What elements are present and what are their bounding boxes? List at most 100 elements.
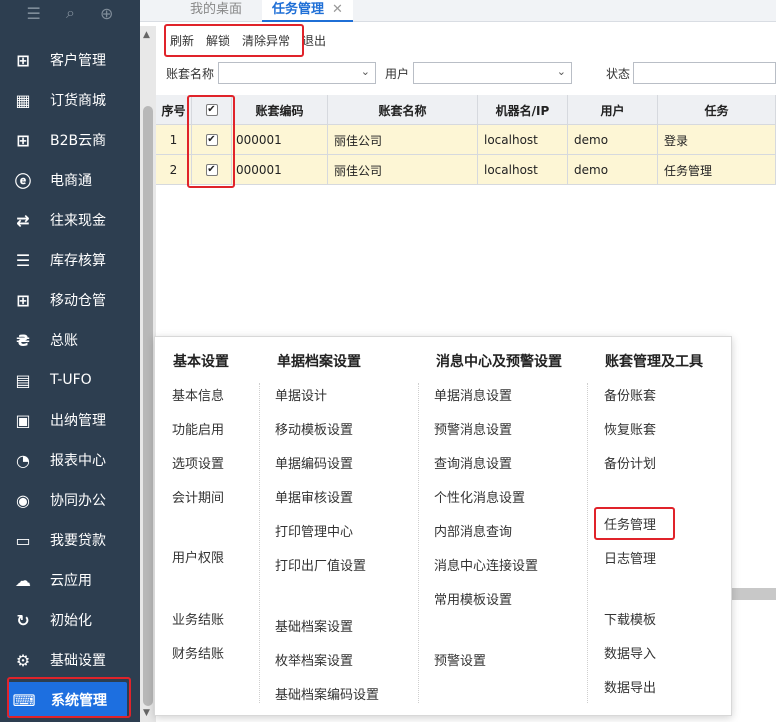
row-machine: localhost [478,155,568,185]
menu-item-document-audit[interactable]: 单据审核设置 [275,487,353,506]
menu-item-internal-message[interactable]: 内部消息查询 [434,521,512,540]
menu-item-archive-coding[interactable]: 基础档案编码设置 [275,684,379,703]
tab-desktop[interactable]: 我的桌面 [190,0,242,22]
status-label: 状态 [606,67,631,81]
menu-item-download-template[interactable]: 下载模板 [604,609,656,628]
menu-item-data-import[interactable]: 数据导入 [604,643,656,662]
table-row[interactable]: 1 ✔ 000001 丽佳公司 localhost demo 登录 [156,125,776,155]
sidebar-item-mall[interactable]: ▦ 订货商城 [0,80,140,120]
menu-item-basic-info[interactable]: 基本信息 [172,385,224,404]
menu-item-backup-plan[interactable]: 备份计划 [604,453,656,472]
ledger-icon: ₴ [16,330,30,350]
header-select-all[interactable]: ✔ [192,95,232,125]
menu-item-personal-message[interactable]: 个性化消息设置 [434,487,525,506]
scroll-down-icon[interactable]: ▼ [143,708,150,718]
menu-item-user-permissions[interactable]: 用户权限 [172,547,224,566]
sidebar-item-ledger[interactable]: ₴ 总账 [0,320,140,360]
user-select[interactable]: ⌄ [413,62,572,84]
cashier-icon: ▣ [15,410,31,430]
sidebar-item-cash[interactable]: ⇄ 往来现金 [0,200,140,240]
table-row[interactable]: 2 ✔ 000001 丽佳公司 localhost demo 任务管理 [156,155,776,185]
menu-item-options[interactable]: 选项设置 [172,453,224,472]
row-select[interactable]: ✔ [192,155,232,185]
menu-item-mobile-template[interactable]: 移动模板设置 [275,419,353,438]
sidebar-item-system[interactable]: ⌨ 系统管理 [7,682,127,718]
scroll-up-icon[interactable]: ▲ [143,30,150,40]
sidebar-item-inventory[interactable]: ☰ 库存核算 [0,240,140,280]
sidebar-item-label: 云应用 [50,573,92,589]
close-icon[interactable]: ✕ [332,2,343,17]
row-checkbox[interactable]: ✔ [205,164,218,176]
sidebar-item-init[interactable]: ↻ 初始化 [0,600,140,640]
header-account-code: 账套编码 [232,95,328,125]
account-name-select[interactable]: ⌄ [218,62,376,84]
row-seq: 1 [156,125,192,155]
menu-icon[interactable]: ☰ [27,4,41,23]
report-icon: ◔ [16,450,30,470]
menu-item-alert-settings[interactable]: 预警设置 [434,650,486,669]
sidebar-item-label: 订货商城 [50,93,106,109]
menu-item-alert-message[interactable]: 预警消息设置 [434,419,512,438]
cash-icon: ⇄ [16,210,30,230]
sidebar-item-settings[interactable]: ⚙ 基础设置 [0,640,140,680]
sidebar-item-ufo[interactable]: ▤ T-UFO [0,360,140,400]
system-management-menu: 基本设置 基本信息 功能启用 选项设置 会计期间 用户权限 业务结账 财务结账 … [154,336,732,716]
menu-item-print-factory[interactable]: 打印出厂值设置 [275,555,366,574]
menu-item-doc-message[interactable]: 单据消息设置 [434,385,512,404]
chevron-down-icon: ⌄ [360,65,370,78]
status-select[interactable] [633,62,776,84]
menu-item-data-export[interactable]: 数据导出 [604,677,656,696]
sidebar-item-report[interactable]: ◔ 报表中心 [0,440,140,480]
menu-item-document-coding[interactable]: 单据编码设置 [275,453,353,472]
sidebar-item-loan[interactable]: ▭ 我要贷款 [0,520,140,560]
add-icon[interactable]: ⊕ [100,4,113,23]
filter-bar: 账套名称 ⌄ 用户 ⌄ 状态 [156,60,776,86]
row-account-name: 丽佳公司 [328,155,478,185]
menu-section-message-center: 消息中心及预警设置 [436,354,562,370]
refresh-button[interactable]: 刷新 [170,32,194,49]
crm-icon: ⊞ [16,50,30,70]
menu-item-restore-account[interactable]: 恢复账套 [604,419,656,438]
init-icon: ↻ [16,610,30,630]
menu-item-enum-archive[interactable]: 枚举档案设置 [275,650,353,669]
menu-item-financial-closing[interactable]: 财务结账 [172,643,224,662]
menu-item-accounting-period[interactable]: 会计期间 [172,487,224,506]
row-task: 任务管理 [658,155,776,185]
scrollbar-thumb[interactable] [143,106,153,706]
menu-item-backup-account[interactable]: 备份账套 [604,385,656,404]
sidebar-item-cloud[interactable]: ☁ 云应用 [0,560,140,600]
menu-item-document-design[interactable]: 单据设计 [275,385,327,404]
menu-item-base-archive[interactable]: 基础档案设置 [275,616,353,635]
clear-error-button[interactable]: 清除异常 [242,32,290,49]
menu-item-task-management[interactable]: 任务管理 [604,514,656,533]
sidebar-item-ecommerce[interactable]: ⓔ 电商通 [0,160,140,200]
exit-button[interactable]: 退出 [302,32,326,49]
menu-divider [418,383,419,703]
unlock-button[interactable]: 解锁 [206,32,230,49]
tab-label: 我的桌面 [190,2,243,17]
menu-item-common-template[interactable]: 常用模板设置 [434,589,512,608]
menu-item-message-connection[interactable]: 消息中心连接设置 [434,555,538,574]
sidebar-item-mobile-warehouse[interactable]: ⊞ 移动仓管 [0,280,140,320]
sidebar-item-label: 我要贷款 [50,533,106,549]
horizontal-scrollbar[interactable] [730,588,776,600]
search-icon[interactable]: ⌕ [66,3,75,23]
ufo-icon: ▤ [15,370,31,390]
sidebar-item-label: 协同办公 [50,493,106,509]
row-checkbox[interactable]: ✔ [205,134,218,146]
menu-item-business-closing[interactable]: 业务结账 [172,609,224,628]
sidebar-item-cashier[interactable]: ▣ 出纳管理 [0,400,140,440]
menu-item-feature-enable[interactable]: 功能启用 [172,419,224,438]
menu-item-log-management[interactable]: 日志管理 [604,548,656,567]
menu-item-query-message[interactable]: 查询消息设置 [434,453,512,472]
select-all-checkbox[interactable]: ✔ [205,104,218,116]
tab-task-management[interactable]: 任务管理 ✕ [262,0,353,22]
row-select[interactable]: ✔ [192,125,232,155]
tab-label: 任务管理 [272,2,325,17]
sidebar-item-label: T-UFO [50,372,92,388]
sidebar-item-crm[interactable]: ⊞ 客户管理 [0,40,140,80]
menu-item-print-center[interactable]: 打印管理中心 [275,521,353,540]
sidebar-item-b2b[interactable]: ⊞ B2B云商 [0,120,140,160]
header-user: 用户 [568,95,658,125]
sidebar-item-collab[interactable]: ◉ 协同办公 [0,480,140,520]
